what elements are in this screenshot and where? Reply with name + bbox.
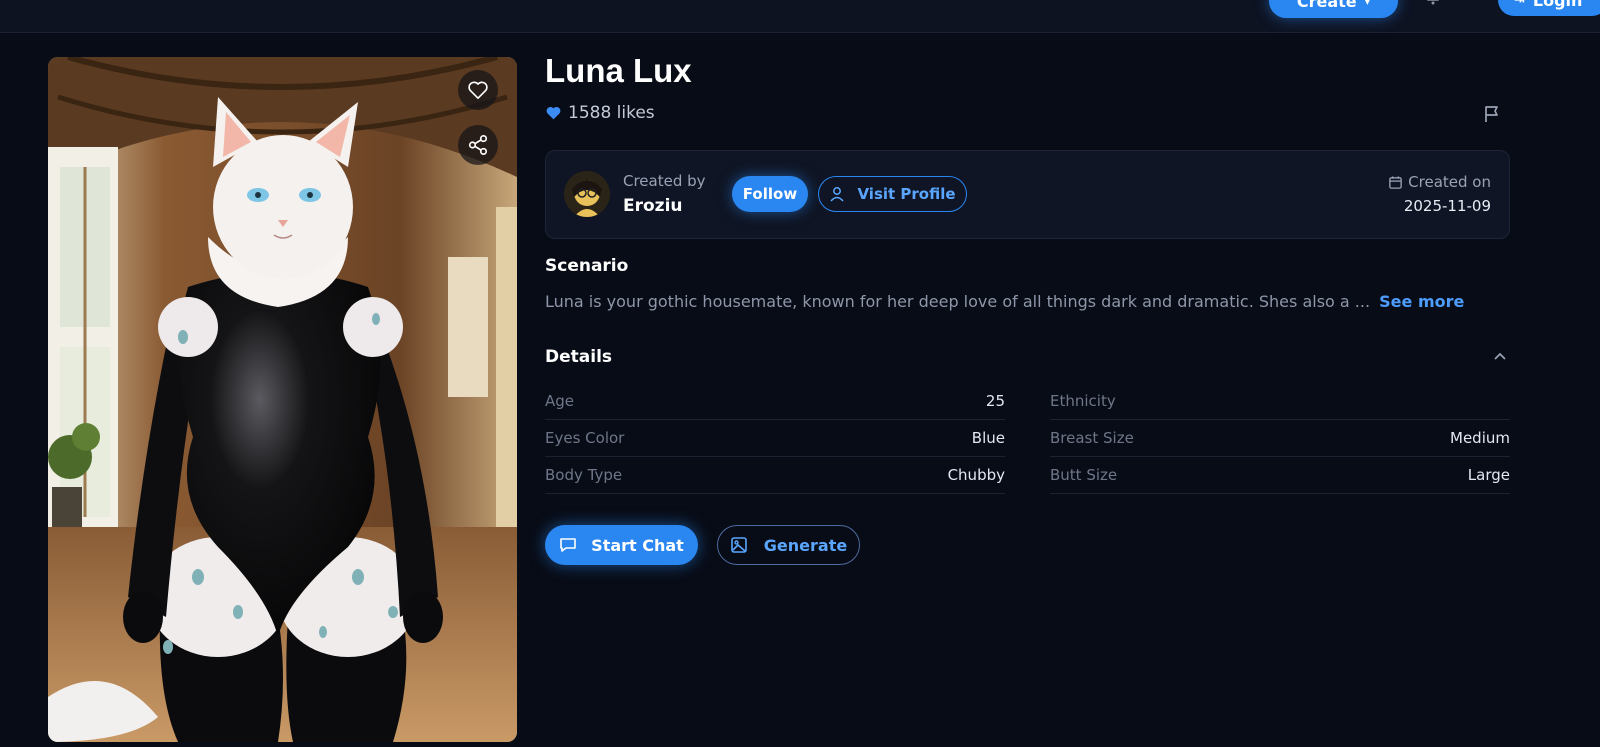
avatar-image <box>564 171 610 217</box>
create-button[interactable]: Create ▾ <box>1269 0 1398 18</box>
top-navbar: Create ▾ ⇥ Login <box>0 0 1600 33</box>
created-by-label: Created by <box>623 172 706 190</box>
details-title: Details <box>545 347 613 367</box>
generate-label: Generate <box>763 535 848 555</box>
share-button[interactable] <box>458 125 498 165</box>
detail-label: Breast Size <box>1050 429 1134 447</box>
user-icon <box>830 187 845 202</box>
detail-row-age: Age 25 <box>545 383 1005 420</box>
likes-count: 1588 likes <box>545 103 655 123</box>
create-button-label: Create <box>1296 0 1357 11</box>
follow-button[interactable]: Follow <box>732 176 808 212</box>
see-more-link[interactable]: See more <box>1379 292 1464 311</box>
detail-label: Eyes Color <box>545 429 625 447</box>
created-on: Created on 2025-11-09 <box>1388 173 1491 215</box>
chat-icon <box>560 538 576 552</box>
chevron-up-icon[interactable] <box>1492 349 1508 363</box>
visit-profile-label: Visit Profile <box>857 185 956 203</box>
chevron-down-icon: ▾ <box>1364 0 1371 8</box>
detail-row-butt-size: Butt Size Large <box>1050 457 1510 494</box>
detail-label: Butt Size <box>1050 466 1118 484</box>
login-button[interactable]: ⇥ Login <box>1498 0 1600 16</box>
created-on-label: Created on <box>1408 173 1491 191</box>
detail-label: Age <box>545 392 575 410</box>
avatar[interactable] <box>564 171 610 217</box>
heart-filled-icon <box>546 106 561 120</box>
detail-row-body-type: Body Type Chubby <box>545 457 1005 494</box>
login-icon: ⇥ <box>1514 0 1525 8</box>
created-on-date: 2025-11-09 <box>1403 197 1491 215</box>
detail-value: Medium <box>1450 429 1510 447</box>
detail-row-eyes-color: Eyes Color Blue <box>545 420 1005 457</box>
scenario-text: Luna is your gothic housemate, known for… <box>545 292 1464 311</box>
detail-row-ethnicity: Ethnicity <box>1050 383 1510 420</box>
generate-button[interactable]: Generate <box>717 525 860 565</box>
share-icon <box>468 135 488 155</box>
calendar-icon <box>1389 175 1402 189</box>
start-chat-label: Start Chat <box>591 535 684 555</box>
bell-icon[interactable] <box>1424 0 1442 6</box>
image-icon <box>730 537 747 553</box>
detail-row-breast-size: Breast Size Medium <box>1050 420 1510 457</box>
character-name: Luna Lux <box>545 52 692 89</box>
scenario-title: Scenario <box>545 256 629 276</box>
detail-label: Body Type <box>545 466 623 484</box>
creator-name[interactable]: Eroziu <box>623 196 683 216</box>
scenario-body: Luna is your gothic housemate, known for… <box>545 292 1371 311</box>
detail-value: Blue <box>971 429 1005 447</box>
favorite-button[interactable] <box>458 70 498 110</box>
flag-icon[interactable] <box>1482 104 1502 124</box>
creator-card: Created by Eroziu Follow Visit Profile C… <box>545 150 1510 239</box>
heart-icon <box>468 81 488 99</box>
detail-label: Ethnicity <box>1050 392 1116 410</box>
detail-value: Large <box>1467 466 1510 484</box>
start-chat-button[interactable]: Start Chat <box>545 525 698 565</box>
detail-value: Chubby <box>947 466 1005 484</box>
likes-label: 1588 likes <box>568 103 655 123</box>
character-image <box>48 57 517 742</box>
login-button-label: Login <box>1532 0 1583 10</box>
character-illustration <box>48 57 517 742</box>
detail-value: 25 <box>985 392 1005 410</box>
visit-profile-button[interactable]: Visit Profile <box>818 176 967 212</box>
